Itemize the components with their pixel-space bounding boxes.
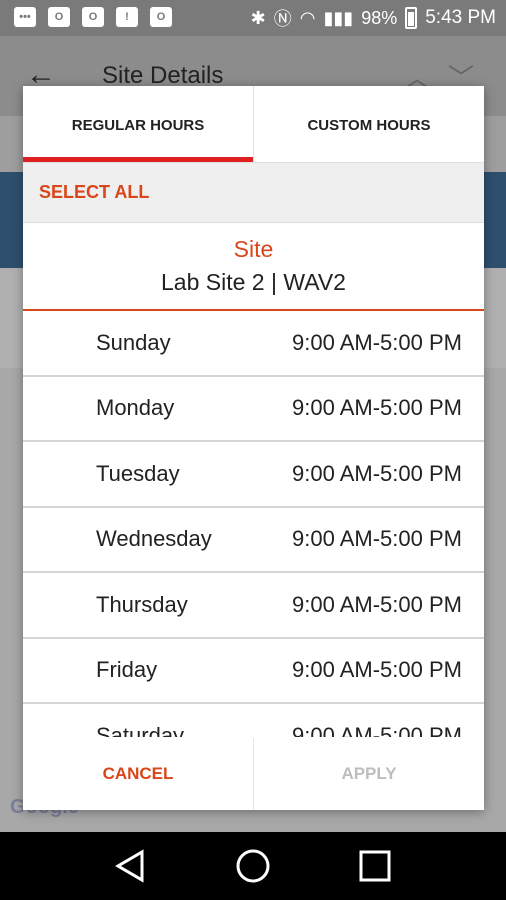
tab-bar: REGULAR HOURS CUSTOM HOURS — [23, 86, 484, 163]
site-name: Lab Site 2 | WAV2 — [161, 269, 346, 295]
battery-icon — [405, 7, 418, 29]
tab-regular-hours[interactable]: REGULAR HOURS — [23, 86, 253, 162]
wifi-icon: ◠ — [299, 7, 316, 28]
day-name: Wednesday — [96, 526, 212, 552]
navigation-bar — [0, 832, 506, 900]
apply-button[interactable]: APPLY — [253, 738, 484, 810]
day-name: Tuesday — [96, 460, 180, 486]
day-hours: 9:00 AM-5:00 PM — [292, 395, 462, 421]
day-name: Saturday — [96, 722, 185, 737]
day-name: Sunday — [96, 329, 171, 355]
day-name: Monday — [96, 395, 175, 421]
outlook-icon: O — [82, 7, 104, 27]
day-row-sunday[interactable]: Sunday 9:00 AM-5:00 PM — [23, 311, 484, 377]
day-hours: 9:00 AM-5:00 PM — [292, 460, 462, 486]
select-all-bar: SELECT ALL — [23, 163, 484, 223]
bluetooth-icon: ✱ — [250, 7, 266, 28]
select-all-button[interactable]: SELECT ALL — [39, 182, 149, 203]
recents-nav-icon[interactable] — [345, 836, 405, 896]
day-hours: 9:00 AM-5:00 PM — [292, 722, 462, 737]
notification-icon: ••• — [14, 7, 36, 27]
outlook-icon: O — [48, 7, 70, 27]
status-bar: ••• O O ! O ✱ Ⓝ ◠ ▮▮▮ 98% 5:43 PM — [0, 0, 506, 36]
dialog-actions: CANCEL APPLY — [23, 738, 484, 810]
day-name: Thursday — [96, 591, 188, 617]
clock: 5:43 PM — [425, 7, 496, 28]
day-name: Friday — [96, 657, 158, 683]
days-list[interactable]: Sunday 9:00 AM-5:00 PM Monday 9:00 AM-5:… — [23, 311, 484, 737]
day-row-tuesday[interactable]: Tuesday 9:00 AM-5:00 PM — [23, 442, 484, 508]
site-label: Site — [233, 236, 274, 262]
tab-custom-hours[interactable]: CUSTOM HOURS — [253, 86, 484, 162]
day-row-friday[interactable]: Friday 9:00 AM-5:00 PM — [23, 639, 484, 704]
site-header: Site Lab Site 2 | WAV2 — [23, 223, 484, 311]
day-hours: 9:00 AM-5:00 PM — [292, 526, 462, 552]
home-nav-icon[interactable] — [223, 836, 283, 896]
battery-percent: 98% — [361, 7, 398, 28]
day-hours: 9:00 AM-5:00 PM — [292, 657, 462, 683]
signal-icon: ▮▮▮ — [323, 7, 354, 28]
day-row-wednesday[interactable]: Wednesday 9:00 AM-5:00 PM — [23, 508, 484, 573]
outlook-icon: O — [150, 7, 172, 27]
hours-dialog: REGULAR HOURS CUSTOM HOURS SELECT ALL Si… — [23, 86, 484, 810]
day-row-monday[interactable]: Monday 9:00 AM-5:00 PM — [23, 377, 484, 442]
back-nav-icon[interactable] — [101, 836, 161, 896]
nfc-icon: Ⓝ — [273, 9, 292, 29]
day-row-thursday[interactable]: Thursday 9:00 AM-5:00 PM — [23, 573, 484, 639]
day-row-saturday[interactable]: Saturday 9:00 AM-5:00 PM — [23, 704, 484, 737]
day-hours: 9:00 AM-5:00 PM — [292, 329, 462, 355]
alert-icon: ! — [116, 7, 138, 27]
day-hours: 9:00 AM-5:00 PM — [292, 591, 462, 617]
notification-icons: ••• O O ! O — [14, 7, 172, 27]
cancel-button[interactable]: CANCEL — [23, 738, 253, 810]
